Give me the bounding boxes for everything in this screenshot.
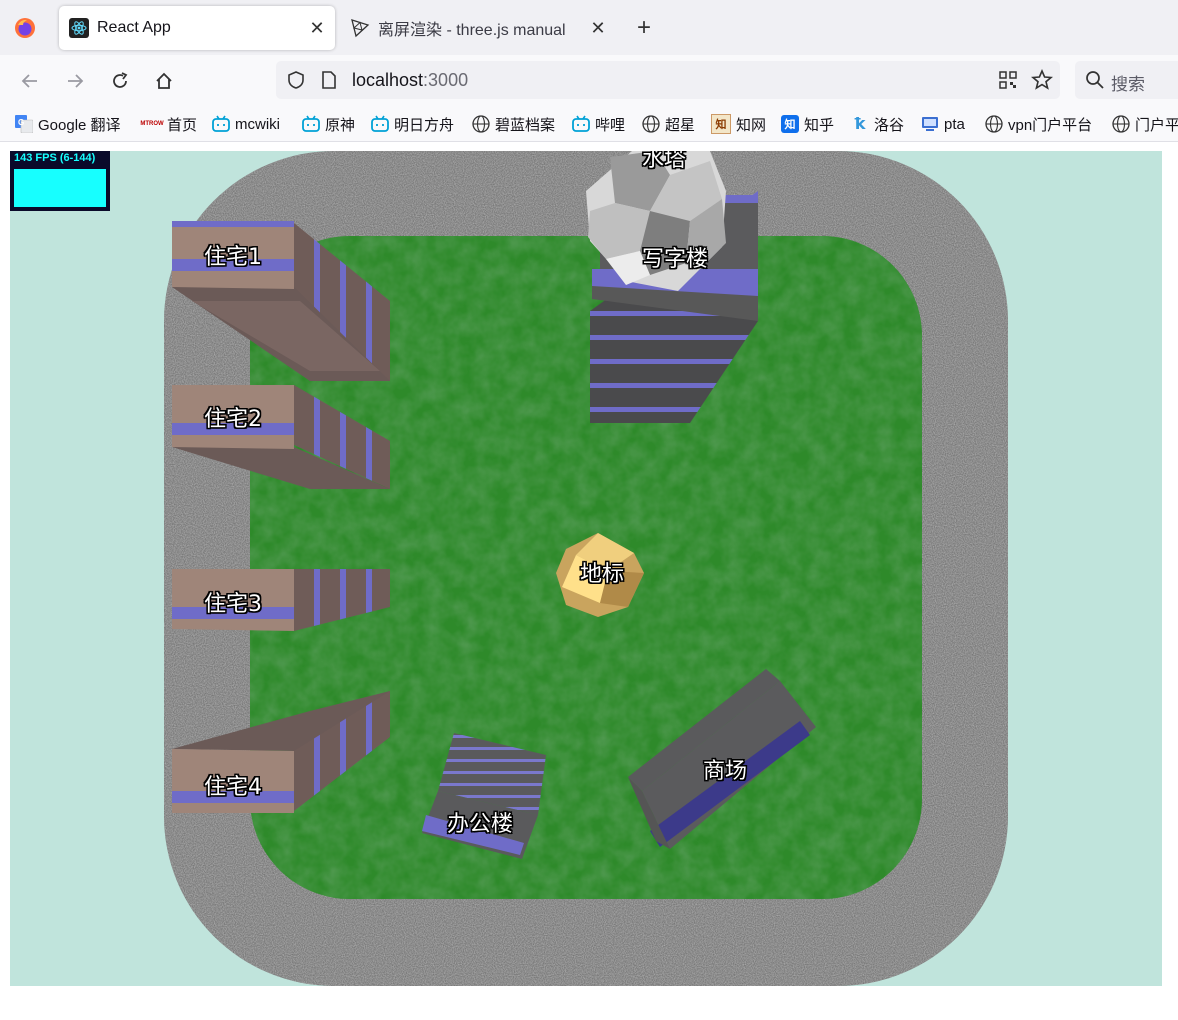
mtrcw-icon: MTROW (140, 121, 164, 127)
search-placeholder: 搜索 (1111, 75, 1145, 94)
label-mall: 商场 (702, 759, 748, 784)
bookmark-star-icon[interactable] (1030, 68, 1054, 96)
google-translate-icon: G (15, 115, 33, 133)
fps-graph (14, 169, 106, 207)
fps-stats-panel[interactable]: 143 FPS (6-144) (10, 151, 110, 211)
bookmark-label: 碧蓝档案 (495, 116, 556, 134)
reload-button[interactable] (104, 65, 136, 97)
bookmark-home[interactable]: MTROW 首页 (140, 112, 198, 136)
back-button[interactable] (14, 65, 46, 97)
search-box[interactable]: 搜索 (1075, 61, 1178, 99)
globe-icon (985, 115, 1003, 133)
threejs-canvas[interactable]: 水塔 写字楼 住宅1 住宅2 住宅3 住宅4 地标 办公楼 商场 (10, 151, 1162, 986)
tab-title: 离屏渲染 - three.js manual (378, 22, 566, 39)
bookmark-blue-archive[interactable]: 碧蓝档案 (472, 112, 555, 136)
bookmark-label: 门户平 (1135, 116, 1178, 134)
bookmark-cnki[interactable]: 知 知网 (711, 112, 766, 136)
label-landmark: 地标 (579, 562, 625, 587)
bookmark-bilibili[interactable]: 哔哩 (572, 112, 625, 136)
bookmark-label: 原神 (325, 116, 356, 134)
bookmark-arknights[interactable]: 明日方舟 (371, 112, 454, 136)
home-button[interactable] (148, 65, 180, 97)
bookmark-label: 明日方舟 (394, 116, 455, 134)
bilibili-icon (572, 115, 590, 133)
tab-strip: React App ✕ 离屏渲染 - three.js manual ✕ + (0, 0, 1178, 55)
qr-code-icon[interactable] (998, 70, 1018, 95)
bilibili-icon (371, 115, 389, 133)
close-tab-icon[interactable]: ✕ (305, 16, 329, 40)
bookmark-pta[interactable]: pta (921, 112, 965, 136)
label-house-1: 住宅1 (204, 245, 262, 270)
bookmark-luogu[interactable]: ꝁ 洛谷 (851, 112, 904, 136)
tab-react-app[interactable]: React App ✕ (59, 6, 335, 50)
fps-readout: 143 FPS (6-144) (14, 152, 96, 164)
bookmark-portal[interactable]: 门户平 (1112, 112, 1178, 136)
pta-icon (921, 115, 939, 133)
threejs-icon (350, 18, 370, 38)
globe-icon (642, 115, 660, 133)
bookmark-label: 哔哩 (595, 116, 626, 134)
bookmark-chaoxing[interactable]: 超星 (642, 112, 695, 136)
label-house-3: 住宅3 (204, 592, 262, 617)
arrow-right-icon (68, 74, 84, 88)
bookmark-label: 知网 (736, 116, 767, 134)
search-icon (1085, 70, 1105, 95)
close-tab-icon[interactable]: ✕ (586, 16, 610, 40)
shield-icon[interactable] (286, 70, 306, 95)
firefox-logo-icon (15, 18, 35, 38)
label-water-tower: 水塔 (641, 151, 687, 172)
bookmark-label: pta (944, 115, 965, 133)
home-icon (156, 72, 172, 89)
bookmarks-toolbar: G Google 翻译 MTROW 首页 mcwiki 原神 明日方舟 碧蓝档案… (0, 107, 1178, 142)
react-icon (69, 18, 89, 38)
bilibili-icon (302, 115, 320, 133)
tab-title: React App (97, 19, 171, 36)
navigation-bar: localhost:3000 搜索 (0, 55, 1178, 107)
label-house-2: 住宅2 (204, 407, 262, 432)
new-tab-button[interactable]: + (630, 14, 658, 42)
reload-icon (113, 72, 128, 88)
luogu-icon: ꝁ (854, 116, 866, 133)
bookmark-zhihu[interactable]: 知 知乎 (781, 112, 834, 136)
bookmark-label: Google 翻译 (38, 116, 121, 134)
firefox-menu-button[interactable] (8, 12, 42, 44)
url-text[interactable]: localhost:3000 (352, 70, 468, 91)
bookmark-label: 首页 (167, 116, 198, 134)
address-bar[interactable]: localhost:3000 (276, 61, 1060, 99)
svg-text:G: G (18, 118, 24, 127)
bookmark-google-translate[interactable]: G Google 翻译 (15, 112, 121, 136)
bookmark-genshin[interactable]: 原神 (302, 112, 355, 136)
bookmark-label: mcwiki (235, 115, 280, 133)
globe-icon (472, 115, 490, 133)
bookmark-label: vpn门户平台 (1008, 116, 1093, 134)
page-icon[interactable] (320, 70, 338, 95)
cnki-icon: 知 (711, 114, 731, 134)
bookmark-mcwiki[interactable]: mcwiki (212, 112, 280, 136)
bookmark-label: 知乎 (804, 116, 835, 134)
forward-button[interactable] (59, 65, 91, 97)
label-office-tower: 写字楼 (641, 247, 709, 272)
label-house-4: 住宅4 (204, 775, 262, 800)
bookmark-vpn-portal[interactable]: vpn门户平台 (985, 112, 1092, 136)
globe-icon (1112, 115, 1130, 133)
bilibili-icon (212, 115, 230, 133)
tab-threejs-manual[interactable]: 离屏渲染 - three.js manual ✕ (340, 6, 616, 50)
label-office: 办公楼 (446, 812, 514, 837)
zhihu-icon: 知 (781, 115, 799, 133)
bookmark-label: 洛谷 (874, 116, 905, 134)
arrow-left-icon (21, 74, 37, 88)
bookmark-label: 超星 (665, 116, 696, 134)
